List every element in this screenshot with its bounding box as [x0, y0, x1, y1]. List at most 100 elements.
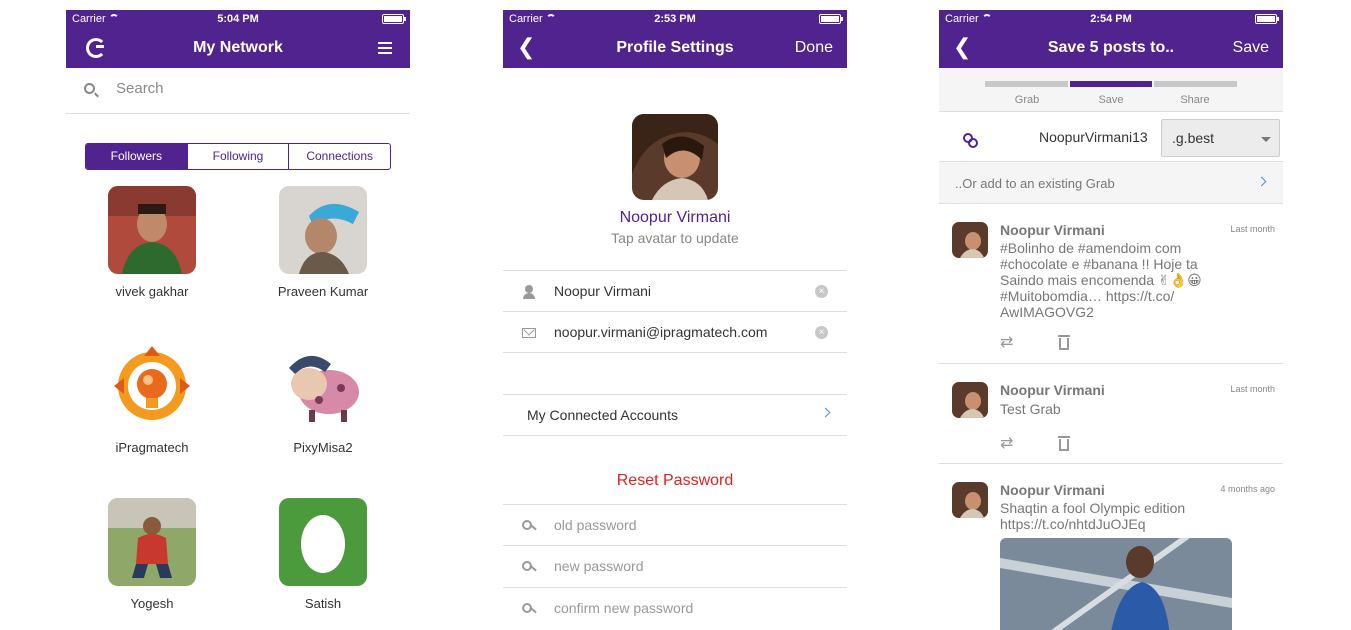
- step-label-share: Share: [1180, 94, 1210, 106]
- mail-icon: [522, 328, 536, 338]
- contact-name: PixyMisa2: [293, 440, 353, 455]
- connected-accounts-row[interactable]: My Connected Accounts: [503, 394, 847, 436]
- avatar: [952, 482, 988, 518]
- post-time: Last month: [1230, 224, 1275, 234]
- post-image[interactable]: [1000, 538, 1232, 630]
- old-password-field[interactable]: old password: [503, 504, 847, 546]
- step-bar-save: [1069, 81, 1153, 87]
- post-author: Noopur Virmani: [1000, 482, 1105, 498]
- back-chevron-icon[interactable]: ❮: [517, 34, 535, 60]
- trash-icon[interactable]: [1058, 436, 1070, 451]
- post-author: Noopur Virmani: [1000, 382, 1105, 398]
- grab-suffix-value: .g.best: [1172, 130, 1215, 146]
- menu-icon[interactable]: [378, 42, 392, 54]
- post-item[interactable]: Noopur Virmani 4 months ago Shaqtin a fo…: [939, 464, 1283, 630]
- confirm-password-placeholder: confirm new password: [554, 600, 694, 616]
- tab-followers[interactable]: Followers: [86, 144, 188, 169]
- avatar-hint: Tap avatar to update: [611, 230, 739, 246]
- post-time: 4 months ago: [1220, 484, 1275, 494]
- step-labels: Grab Save Share: [985, 94, 1237, 106]
- avatar: [279, 342, 367, 430]
- status-time: 5:04 PM: [217, 13, 259, 25]
- step-bar-grab: [985, 81, 1068, 87]
- nav-bar: ❮ Save 5 posts to.. Save: [939, 28, 1283, 68]
- nav-bar: ❮ Profile Settings Done: [503, 28, 847, 68]
- confirm-password-field[interactable]: confirm new password: [503, 587, 847, 629]
- trash-icon[interactable]: [1058, 335, 1070, 350]
- email-value: noopur.virmani@ipragmatech.com: [554, 324, 768, 340]
- grab-name-row: NoopurVirmani13 .g.best: [939, 112, 1283, 162]
- contact-name: Satish: [304, 596, 342, 611]
- contact-name: Praveen Kumar: [277, 284, 369, 299]
- battery-icon: [819, 14, 843, 24]
- search-icon: [84, 83, 95, 94]
- search-input[interactable]: [116, 80, 376, 97]
- done-button[interactable]: Done: [795, 39, 833, 57]
- existing-grab-row[interactable]: ..Or add to an existing Grab: [939, 162, 1283, 204]
- new-password-placeholder: new password: [554, 558, 644, 574]
- contact-card[interactable]: Satish: [258, 498, 388, 611]
- step-progress: [985, 81, 1238, 87]
- network-tabs: Followers Following Connections: [85, 143, 391, 170]
- tab-connections[interactable]: Connections: [289, 144, 390, 169]
- clear-icon[interactable]: ×: [815, 285, 828, 298]
- back-chevron-icon[interactable]: ❮: [953, 34, 971, 60]
- name-value: Noopur Virmani: [554, 283, 652, 299]
- battery-icon: [1255, 14, 1279, 24]
- existing-grab-label: ..Or add to an existing Grab: [955, 176, 1115, 191]
- new-password-field[interactable]: new password: [503, 545, 847, 587]
- step-label-save: Save: [1098, 94, 1124, 106]
- contact-card[interactable]: PixyMisa2: [258, 342, 388, 455]
- post-text: Test Grab: [1000, 401, 1061, 417]
- contact-name: Yogesh: [130, 596, 174, 611]
- link-icon: [963, 133, 978, 148]
- chevron-right-icon: [820, 407, 831, 418]
- contact-card[interactable]: Yogesh: [87, 498, 217, 611]
- post-item[interactable]: Noopur Virmani Last month #Bolinho de #a…: [939, 204, 1283, 364]
- grab-suffix-select[interactable]: .g.best: [1161, 119, 1280, 157]
- post-text: #Bolinho de #amendoim com #chocolate e #…: [1000, 240, 1202, 320]
- avatar: [279, 498, 367, 586]
- chevron-down-icon: [1261, 137, 1271, 142]
- reset-password-title: Reset Password: [616, 472, 734, 489]
- contact-card[interactable]: Praveen Kumar: [258, 186, 388, 299]
- post-time: Last month: [1230, 384, 1275, 394]
- avatar: [952, 222, 988, 258]
- app-logo-icon[interactable]: [86, 38, 106, 58]
- search-bar: [66, 68, 410, 114]
- status-time: 2:54 PM: [1090, 13, 1132, 25]
- profile-settings-screen: Carrier 2:53 PM ❮ Profile Settings Done …: [503, 10, 847, 630]
- email-field[interactable]: noopur.virmani@ipragmatech.com ×: [503, 311, 847, 353]
- post-item[interactable]: Noopur Virmani Last month Test Grab: [939, 364, 1283, 464]
- tab-following[interactable]: Following: [188, 144, 290, 169]
- old-password-placeholder: old password: [554, 517, 637, 533]
- avatar: [952, 382, 988, 418]
- battery-icon: [382, 14, 406, 24]
- key-icon: [522, 560, 536, 574]
- contact-name: iPragmatech: [115, 440, 189, 455]
- profile-avatar[interactable]: [632, 114, 718, 200]
- contact-name: vivek gakhar: [115, 284, 189, 299]
- retweet-icon[interactable]: [1000, 433, 1016, 453]
- status-bar: Carrier 2:54 PM: [939, 10, 1283, 28]
- save-posts-screen: Carrier 2:54 PM ❮ Save 5 posts to.. Save…: [939, 10, 1283, 630]
- person-icon: [522, 285, 536, 299]
- contact-card[interactable]: iPragmatech: [87, 342, 217, 455]
- name-field[interactable]: Noopur Virmani ×: [503, 270, 847, 312]
- avatar: [108, 498, 196, 586]
- status-bar: Carrier 5:04 PM: [66, 10, 410, 28]
- avatar: [108, 186, 196, 274]
- nav-bar: My Network: [66, 28, 410, 68]
- contact-card[interactable]: vivek gakhar: [87, 186, 217, 299]
- step-label-grab: Grab: [1014, 94, 1040, 106]
- retweet-icon[interactable]: [1000, 332, 1016, 352]
- status-bar: Carrier 2:53 PM: [503, 10, 847, 28]
- page-title: Save 5 posts to..: [1047, 39, 1175, 56]
- post-author: Noopur Virmani: [1000, 222, 1105, 238]
- clear-icon[interactable]: ×: [815, 326, 828, 339]
- profile-name: Noopur Virmani: [619, 209, 731, 226]
- step-bar-share: [1154, 81, 1238, 87]
- save-button[interactable]: Save: [1233, 39, 1269, 57]
- avatar: [108, 342, 196, 430]
- post-text: Shaqtin a fool Olympic edition https://t…: [1000, 500, 1186, 532]
